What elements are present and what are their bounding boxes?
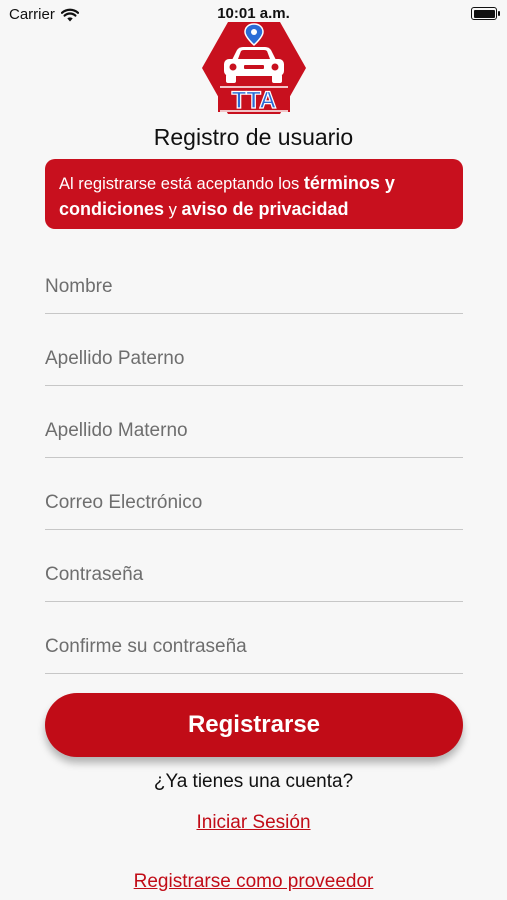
terms-connector: y — [164, 201, 182, 219]
battery-icon — [471, 7, 500, 20]
terms-banner: Al registrarse está aceptando los términ… — [45, 159, 463, 229]
email-input[interactable] — [45, 472, 463, 529]
terms-prefix: Al registrarse está aceptando los — [59, 175, 304, 193]
page-title: Registro de usuario — [153, 124, 354, 150]
password-field — [45, 544, 463, 602]
maternal-surname-field — [45, 400, 463, 458]
app-logo: TTA — [202, 22, 306, 115]
maternal-surname-input[interactable] — [45, 400, 463, 457]
email-field — [45, 472, 463, 530]
login-link[interactable]: Iniciar Sesión — [0, 812, 507, 834]
first-name-field — [45, 256, 463, 314]
confirm-password-input[interactable] — [45, 616, 463, 673]
have-account-text: ¿Ya tienes una cuenta? — [153, 771, 354, 792]
provider-register-link[interactable]: Registrarse como proveedor — [0, 871, 507, 893]
paternal-surname-input[interactable] — [45, 328, 463, 385]
logo-text: TTA — [232, 87, 277, 114]
register-button[interactable]: Registrarse — [45, 693, 463, 757]
confirm-password-field — [45, 616, 463, 674]
privacy-notice-link[interactable]: aviso de privacidad — [181, 199, 348, 219]
first-name-input[interactable] — [45, 256, 463, 313]
paternal-surname-field — [45, 328, 463, 386]
password-input[interactable] — [45, 544, 463, 601]
